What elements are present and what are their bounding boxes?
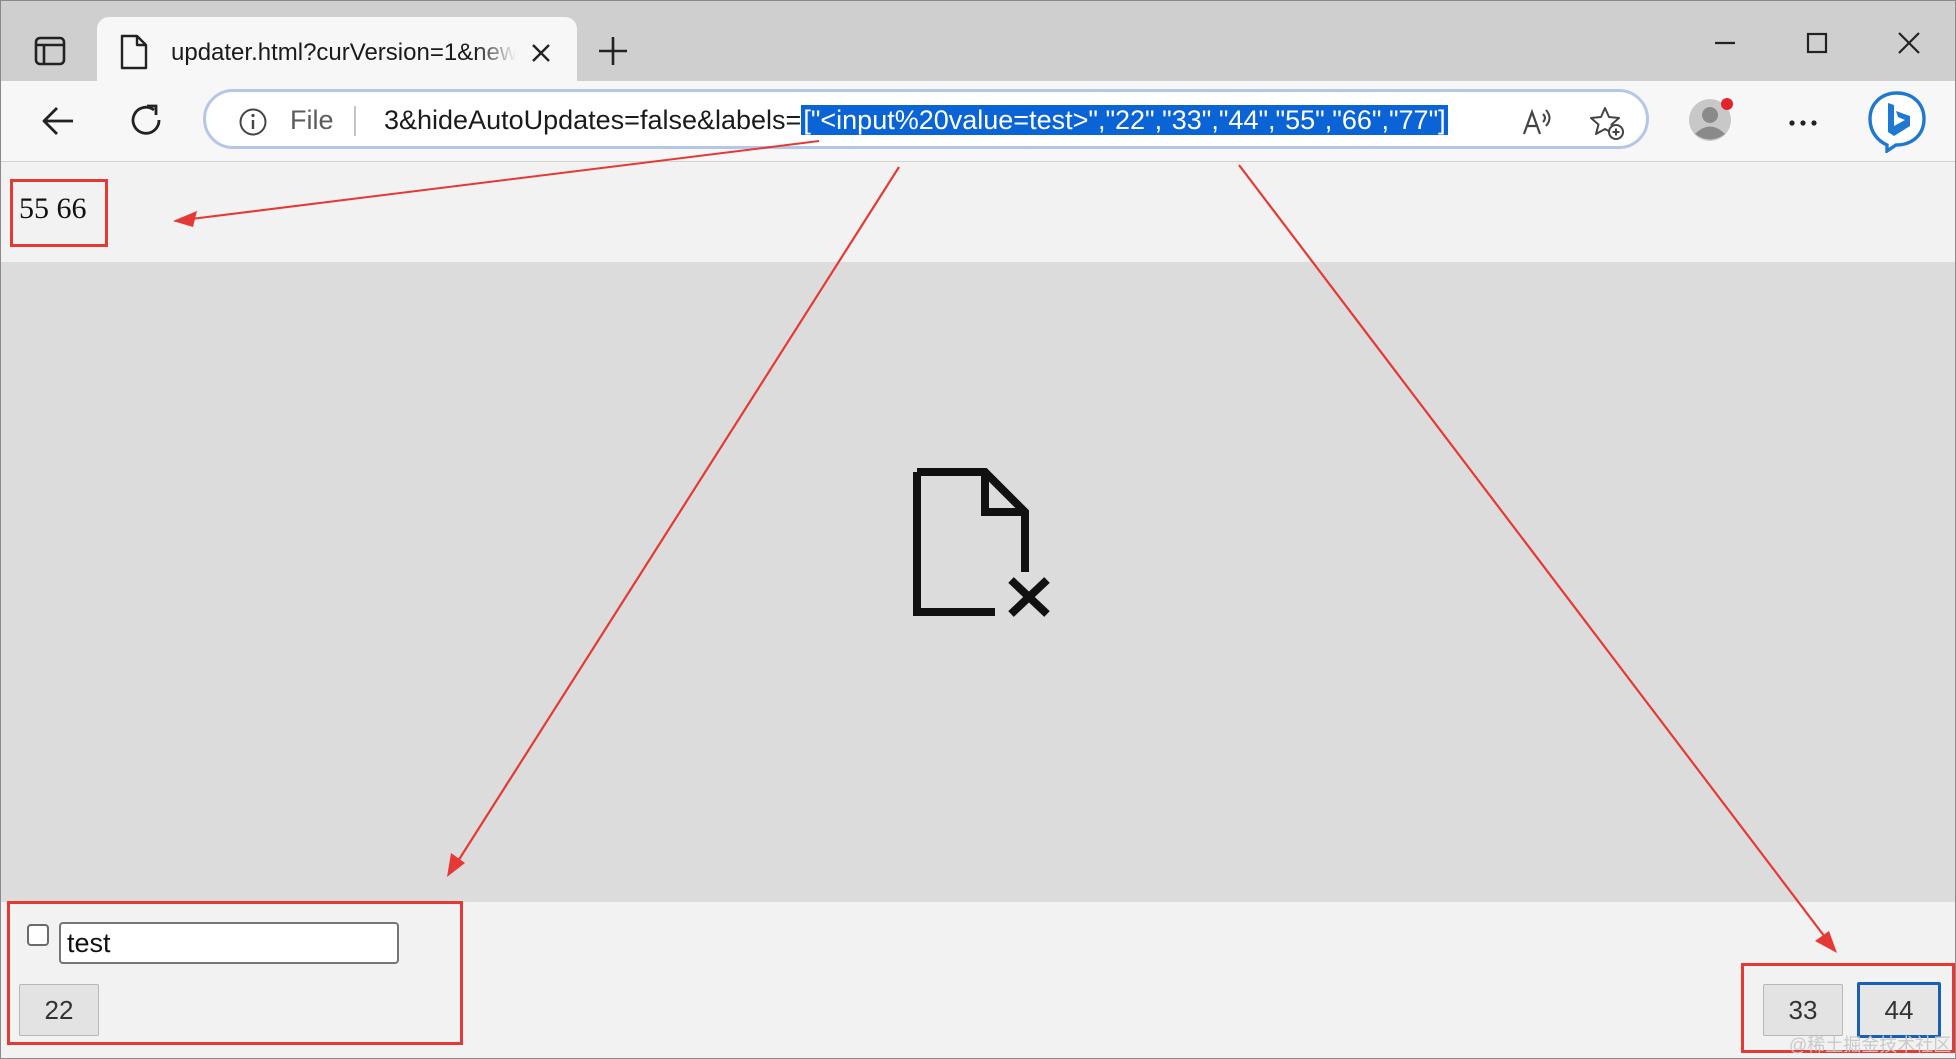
refresh-icon[interactable]: [125, 99, 169, 143]
url-selection: ["<input%20value=test>","22","33","44","…: [801, 105, 1448, 135]
tab-title: updater.html?curVersion=1&newVersion=3&h…: [171, 39, 516, 66]
address-divider: [354, 106, 356, 136]
info-icon[interactable]: [238, 107, 268, 137]
close-window-icon[interactable]: [1889, 23, 1929, 63]
close-icon[interactable]: [529, 41, 553, 65]
tab-strip: updater.html?curVersion=1&newVersion=3&h…: [1, 1, 1955, 81]
broken-document-icon: [913, 468, 1050, 617]
read-aloud-icon[interactable]: [1520, 104, 1556, 140]
tab-actions-icon[interactable]: [29, 31, 71, 73]
ellipsis-icon[interactable]: [1783, 103, 1823, 143]
add-favorite-icon[interactable]: [1588, 104, 1626, 142]
plus-icon[interactable]: [593, 31, 633, 71]
tab-active[interactable]: updater.html?curVersion=1&newVersion=3&h…: [97, 17, 577, 81]
navigation-toolbar: File 3&hideAutoUpdates=false&labels=["<i…: [1, 81, 1955, 162]
address-bar[interactable]: File 3&hideAutoUpdates=false&labels=["<i…: [203, 89, 1649, 149]
address-url[interactable]: 3&hideAutoUpdates=false&labels=["<input%…: [384, 103, 1448, 139]
avatar-icon[interactable]: [1687, 97, 1733, 143]
annotation-box-labels: [10, 179, 108, 247]
annotation-box-input: [7, 901, 463, 1045]
back-arrow-icon[interactable]: [37, 99, 81, 143]
url-prefix: 3&hideAutoUpdates=false&labels=: [384, 105, 802, 135]
broken-iframe: [1, 262, 1955, 902]
browser-window: updater.html?curVersion=1&newVersion=3&h…: [0, 0, 1956, 1059]
document-icon: [120, 34, 148, 70]
scheme-label: File: [290, 105, 334, 135]
watermark: @稀土掘金技术社区: [1789, 1035, 1952, 1055]
minimize-icon[interactable]: [1705, 23, 1745, 63]
bing-icon[interactable]: [1865, 89, 1929, 153]
maximize-icon[interactable]: [1797, 23, 1837, 63]
